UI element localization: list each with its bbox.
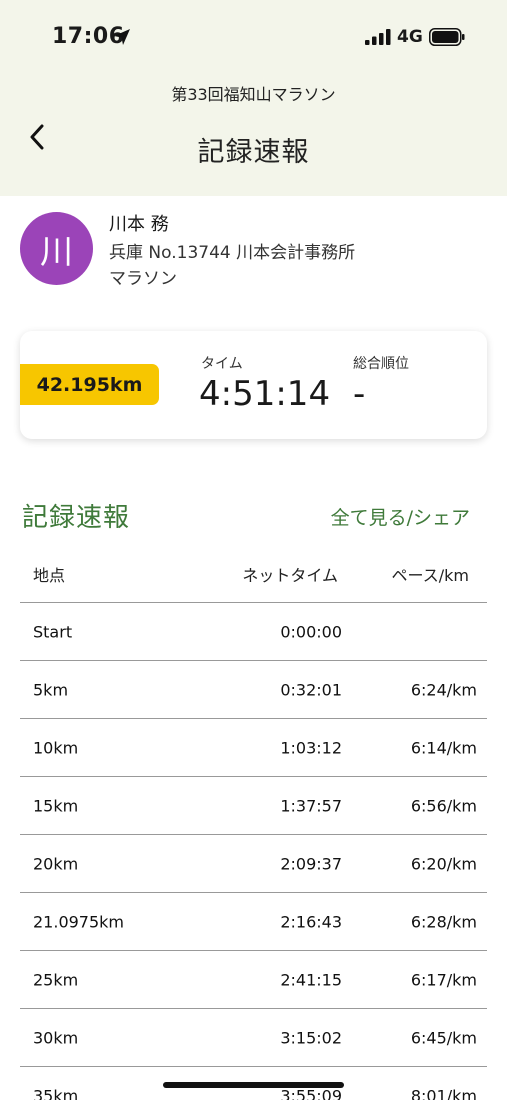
- column-header-point: 地点: [33, 566, 66, 585]
- runner-info: 兵庫 No.13744 川本会計事務所: [109, 243, 356, 263]
- split-net-time: 2:09:37: [280, 854, 342, 873]
- split-pace: 6:20/km: [410, 854, 477, 873]
- split-point: 35km: [33, 1086, 79, 1100]
- event-title: 第33回福知山マラソン: [171, 85, 336, 104]
- split-point: 20km: [33, 854, 79, 873]
- table-row: 5km 0:32:01 6:24/km: [20, 661, 487, 719]
- split-net-time: 1:03:12: [280, 738, 342, 757]
- table-row: Start 0:00:00: [20, 603, 487, 661]
- split-net-time: 0:00:00: [280, 622, 342, 641]
- table-row: 15km 1:37:57 6:56/km: [20, 777, 487, 835]
- distance-badge: 42.195km: [20, 364, 159, 405]
- view-all-share-link[interactable]: 全て見る/シェア: [331, 503, 470, 530]
- runner-category: マラソン: [109, 269, 177, 289]
- split-net-time: 0:32:01: [280, 680, 342, 699]
- split-pace: 6:24/km: [410, 680, 477, 699]
- split-point: 21.0975km: [33, 912, 125, 931]
- split-pace: 6:56/km: [410, 796, 477, 815]
- time-label: タイム: [201, 356, 243, 372]
- table-row: 25km 2:41:15 6:17/km: [20, 951, 487, 1009]
- table-header: 地点 ネットタイム ペース/km: [20, 546, 487, 603]
- split-net-time: 3:15:02: [280, 1028, 342, 1047]
- battery-icon: [429, 28, 465, 46]
- split-point: 30km: [33, 1028, 79, 1047]
- split-point: 10km: [33, 738, 79, 757]
- app-header: 17:06 4G 第33回福知山マラソン 記録速報: [0, 0, 507, 196]
- split-net-time: 2:41:15: [280, 970, 342, 989]
- table-row: 21.0975km 2:16:43 6:28/km: [20, 893, 487, 951]
- split-pace: 6:14/km: [410, 738, 477, 757]
- split-pace: 6:28/km: [410, 912, 477, 931]
- home-indicator[interactable]: [163, 1082, 344, 1088]
- avatar: 川: [20, 212, 93, 285]
- runner-name: 川本 務: [109, 214, 169, 235]
- split-pace: 6:45/km: [410, 1028, 477, 1047]
- time-value: 4:51:14: [199, 374, 331, 414]
- location-arrow-icon: [114, 29, 130, 45]
- column-header-net-time: ネットタイム: [242, 566, 338, 585]
- table-row: 10km 1:03:12 6:14/km: [20, 719, 487, 777]
- table-row: 20km 2:09:37 6:20/km: [20, 835, 487, 893]
- network-type: 4G: [397, 27, 423, 47]
- table-row: 30km 3:15:02 6:45/km: [20, 1009, 487, 1067]
- column-header-pace: ペース/km: [391, 566, 469, 585]
- split-times-table: 地点 ネットタイム ペース/km Start 0:00:00 5km 0:32:…: [20, 546, 487, 1100]
- signal-icon: [365, 29, 391, 45]
- records-section-title: 記録速報: [22, 503, 131, 533]
- split-pace: 6:17/km: [410, 970, 477, 989]
- split-point: 25km: [33, 970, 79, 989]
- page-title: 記録速報: [197, 137, 310, 168]
- split-pace: 8:01/km: [410, 1086, 477, 1100]
- split-point: Start: [33, 622, 73, 641]
- split-point: 5km: [33, 680, 69, 699]
- split-net-time: 2:16:43: [280, 912, 342, 931]
- rank-value: -: [353, 374, 366, 414]
- split-point: 15km: [33, 796, 79, 815]
- split-net-time: 1:37:57: [280, 796, 342, 815]
- split-net-time: 3:55:09: [280, 1086, 342, 1100]
- rank-label: 総合順位: [353, 356, 409, 372]
